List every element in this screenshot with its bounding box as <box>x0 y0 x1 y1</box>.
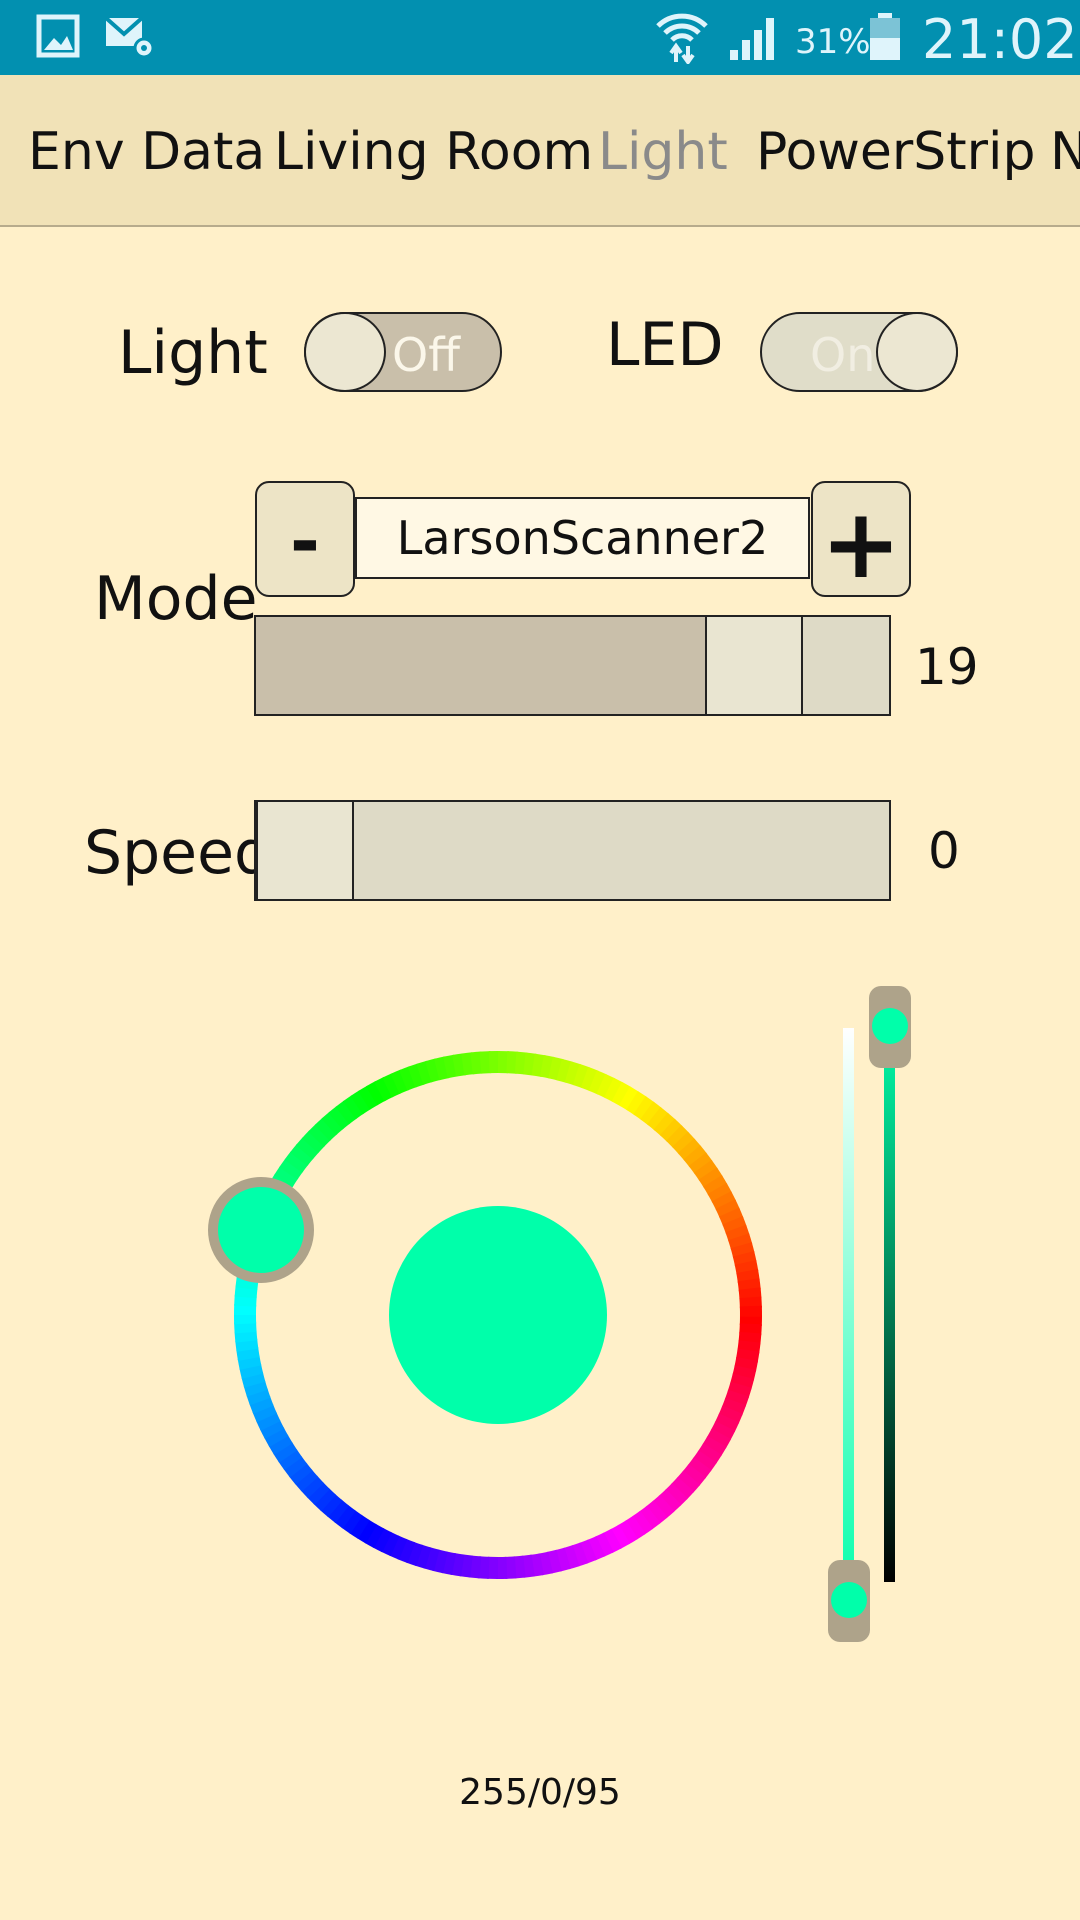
led-toggle-knob <box>876 312 958 392</box>
clock: 21:02 <box>922 8 1078 71</box>
status-bar: 31% 21:02 <box>0 0 1080 75</box>
mail-settings-icon <box>104 16 155 58</box>
light-toggle[interactable]: Off <box>304 312 502 392</box>
mode-decrement-button[interactable]: - <box>255 481 355 597</box>
brightness-slider[interactable] <box>864 980 924 1620</box>
light-label: Light <box>118 318 268 388</box>
rgb-readout: 255/0/95 <box>459 1772 621 1813</box>
light-toggle-knob <box>304 312 386 392</box>
tab-next[interactable]: N <box>1050 122 1080 182</box>
gallery-icon <box>36 14 80 58</box>
selected-color-preview <box>389 1206 607 1424</box>
speed-label: Speed <box>84 818 273 888</box>
tab-light[interactable]: Light <box>598 122 728 182</box>
led-label: LED <box>606 310 724 380</box>
mode-slider[interactable] <box>254 615 891 716</box>
brightness-handle[interactable] <box>872 1008 908 1044</box>
tab-env-data[interactable]: Env Data <box>28 122 265 182</box>
hue-handle[interactable] <box>208 1177 314 1283</box>
led-toggle-text: On <box>810 328 876 382</box>
speed-slider[interactable] <box>254 800 891 901</box>
mode-increment-button[interactable]: + <box>811 481 911 600</box>
battery-icon <box>870 13 900 60</box>
speed-slider-thumb[interactable] <box>256 802 354 899</box>
mode-value: LarsonScanner2 <box>355 497 810 579</box>
color-wheel[interactable] <box>180 1020 800 1640</box>
tab-living-room[interactable]: Living Room <box>274 122 593 182</box>
signal-icon <box>730 18 774 60</box>
tab-bar: Env Data Living Room Light PowerStrip N <box>0 75 1080 227</box>
tab-powerstrip[interactable]: PowerStrip <box>756 122 1035 182</box>
mode-slider-thumb[interactable] <box>705 617 803 714</box>
speed-slider-value: 0 <box>928 822 960 880</box>
saturation-handle[interactable] <box>831 1582 867 1618</box>
mode-label: Mode <box>94 564 258 634</box>
wifi-icon <box>656 13 708 64</box>
mode-slider-value: 19 <box>915 638 979 696</box>
light-toggle-text: Off <box>392 328 460 382</box>
led-toggle[interactable]: On <box>760 312 958 392</box>
mode-slider-fill <box>256 617 705 714</box>
battery-percent: 31% <box>795 22 871 62</box>
